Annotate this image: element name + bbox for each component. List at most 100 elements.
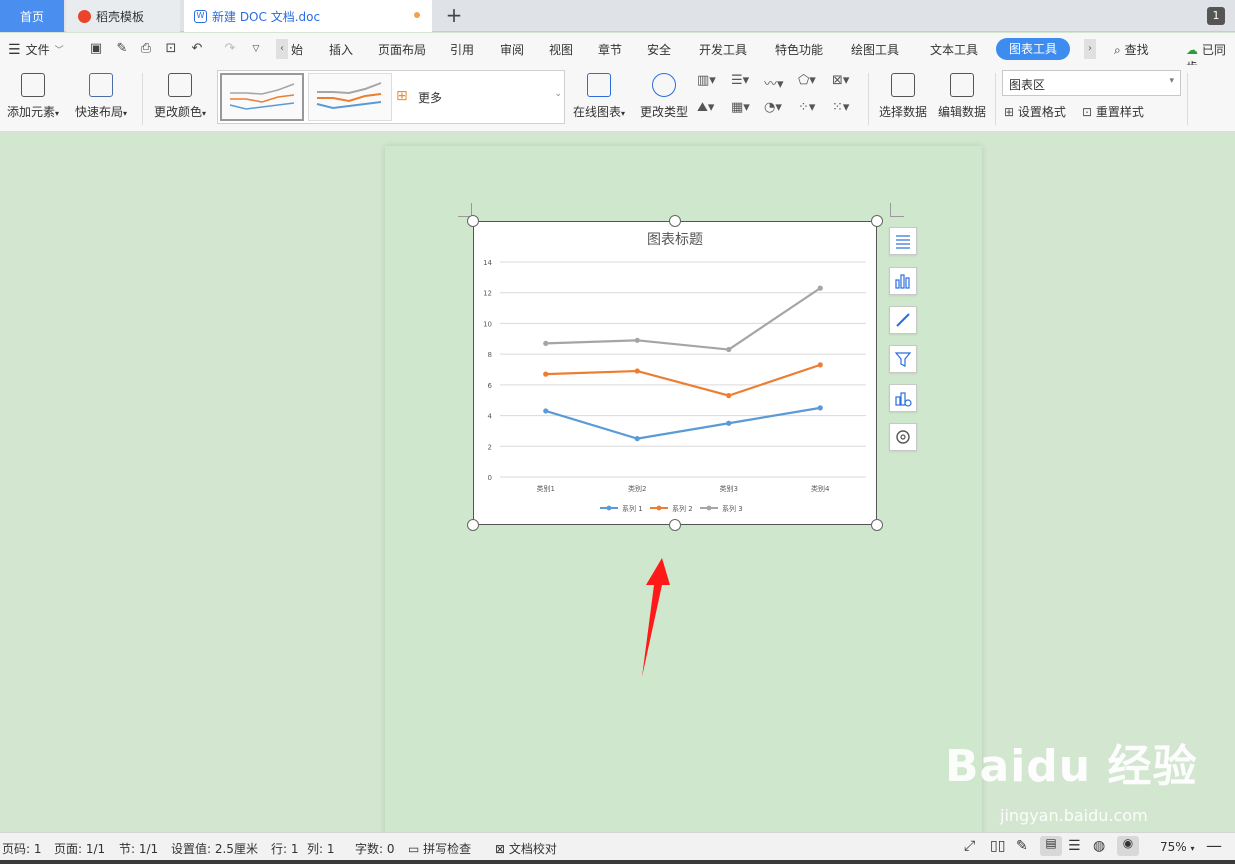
resize-handle-top-right[interactable] (871, 215, 883, 227)
data-point[interactable] (634, 337, 640, 343)
chart-style-thumbnail-2[interactable] (308, 73, 392, 121)
fullscreen-icon[interactable]: ⤢ (964, 838, 975, 854)
chart-object[interactable]: 图表标题 0 2 4 6 8 10 12 14 类别1 类别2 类别3 类别4 系列 1 系列 2 系列 … (473, 221, 877, 525)
column-chart-icon[interactable]: ▥▾ (697, 73, 719, 91)
chart-elements-button[interactable] (889, 227, 917, 255)
chart-series[interactable] (543, 285, 823, 442)
area-chart-icon[interactable]: ⛰▾ (697, 100, 719, 118)
menu-developer[interactable]: 开发工具 (699, 41, 747, 58)
menu-chart-tools[interactable]: 图表工具 (996, 38, 1070, 60)
quick-layout-button[interactable]: 快速布局▾ (72, 69, 130, 120)
data-point[interactable] (817, 362, 823, 368)
more-styles-button[interactable]: 更多 (418, 89, 442, 106)
chart-element-dropdown[interactable]: 图表区 ▾ (1002, 70, 1181, 96)
menu-view[interactable]: 视图 (549, 41, 573, 58)
data-point[interactable] (726, 346, 732, 353)
print-icon[interactable]: ⎙ (138, 41, 154, 57)
radar-chart-icon[interactable]: ⬠▾ (798, 73, 820, 91)
read-mode-icon[interactable]: ▯▯ (990, 838, 1005, 854)
menu-references[interactable]: 引用 (450, 41, 474, 58)
line-chart-icon[interactable]: 〰▾ (764, 73, 786, 92)
menu-text-tools[interactable]: 文本工具 (930, 41, 978, 58)
add-element-button[interactable]: 添加元素▾ (4, 69, 62, 120)
chart-filter-button[interactable] (889, 345, 917, 373)
data-point[interactable] (817, 285, 823, 291)
tab-document[interactable]: W 新建 DOC 文档.doc (184, 0, 432, 32)
menu-scroll-left-icon[interactable]: ‹ (276, 39, 288, 59)
chart-settings-button[interactable] (889, 423, 917, 451)
menu-special-features[interactable]: 特色功能 (775, 41, 823, 58)
tab-home[interactable]: 首页 (0, 0, 64, 32)
series-line[interactable] (545, 363, 821, 397)
set-format-button[interactable]: ⊞ 设置格式 (1004, 103, 1066, 120)
series-line[interactable] (545, 287, 821, 351)
data-point[interactable] (817, 405, 823, 411)
undo-icon[interactable]: ↶ (189, 41, 205, 57)
chart-legend[interactable]: 系列 1 系列 2 系列 3 (600, 504, 743, 513)
print-preview-icon[interactable]: ⊡ (163, 41, 179, 57)
status-row[interactable]: 行: 1 (271, 840, 299, 857)
chart-data-button[interactable] (889, 267, 917, 295)
new-tab-button[interactable]: + (442, 4, 466, 28)
status-column[interactable]: 列: 1 (307, 840, 335, 857)
data-point[interactable] (726, 420, 732, 426)
resize-handle-bottom-left[interactable] (467, 519, 479, 531)
bar-chart-icon[interactable]: ☰▾ (731, 73, 753, 91)
window-count-badge[interactable]: 1 (1207, 7, 1225, 25)
data-point[interactable] (543, 408, 549, 414)
resize-handle-bottom[interactable] (669, 519, 681, 531)
menu-scroll-right-icon[interactable]: › (1084, 39, 1096, 59)
data-point[interactable] (543, 371, 549, 377)
line-chart[interactable]: 图表标题 02468101214类别1 类别2 类别3 类别4 系列 1 系列 2 系列 … (474, 222, 876, 524)
data-point[interactable] (726, 393, 732, 399)
series-line[interactable] (545, 406, 821, 440)
change-color-button[interactable]: 更改颜色▾ (150, 69, 210, 120)
reset-style-button[interactable]: ⊡ 重置样式 (1082, 103, 1144, 120)
gallery-scroll-icon[interactable]: ⌄ (554, 89, 562, 99)
doc-proof-button[interactable]: ⊠ 文档校对 (495, 840, 557, 857)
redo-icon[interactable]: ↷ (222, 41, 238, 57)
resize-handle-top[interactable] (669, 215, 681, 227)
search-button[interactable]: ⌕ 查找 (1114, 41, 1149, 58)
eye-protection-icon[interactable]: ◉ (1117, 836, 1139, 856)
online-chart-side-button[interactable] (889, 384, 917, 412)
select-data-button[interactable]: 选择数据 (876, 69, 930, 120)
bubble-chart-icon[interactable]: ⁙▾ (832, 100, 854, 118)
scatter-chart-icon[interactable]: ⁘▾ (798, 100, 820, 118)
menu-page-layout[interactable]: 页面布局 (378, 41, 426, 58)
zoom-out-icon[interactable]: — (1206, 836, 1222, 855)
tab-daoke-template[interactable]: 稻壳模板 (66, 0, 180, 32)
menu-security[interactable]: 安全 (647, 41, 671, 58)
status-word-count[interactable]: 字数: 0 (355, 840, 395, 857)
menu-start[interactable]: 始 (291, 41, 303, 58)
save-icon[interactable]: ▣ (88, 41, 104, 57)
pie-chart-icon[interactable]: ◔▾ (764, 100, 786, 118)
data-point[interactable] (543, 340, 549, 346)
customize-toolbar-icon[interactable]: ▽ (248, 41, 264, 57)
data-point[interactable] (634, 368, 640, 374)
online-chart-button[interactable]: 在线图表▾ (568, 69, 630, 120)
page-view-icon[interactable]: ▤ (1040, 836, 1062, 856)
chart-style-button[interactable] (889, 306, 917, 334)
spell-check-button[interactable]: ▭ 拼写检查 (408, 840, 471, 857)
status-pages[interactable]: 页面: 1/1 (54, 840, 105, 857)
status-setting-value[interactable]: 设置值: 2.5厘米 (171, 840, 258, 857)
resize-handle-bottom-right[interactable] (871, 519, 883, 531)
edit-mode-icon[interactable]: ✎ (1016, 838, 1028, 854)
menu-chapter[interactable]: 章节 (598, 41, 622, 58)
chart-title[interactable]: 图表标题 (647, 232, 703, 248)
menu-drawing-tools[interactable]: 绘图工具 (851, 41, 899, 58)
status-page-number[interactable]: 页码: 1 (2, 840, 42, 857)
file-menu[interactable]: ☰ 文件 ﹀ (8, 41, 64, 58)
format-painter-icon[interactable]: ✎ (114, 41, 130, 57)
stacked-column-icon[interactable]: ▦▾ (731, 100, 753, 118)
zoom-level-dropdown[interactable]: 75% ▾ (1160, 840, 1195, 854)
edit-data-button[interactable]: 编辑数据 (935, 69, 989, 120)
menu-insert[interactable]: 插入 (329, 41, 353, 58)
stock-chart-icon[interactable]: ⊠▾ (832, 73, 854, 91)
outline-view-icon[interactable]: ☰ (1068, 838, 1081, 854)
status-section[interactable]: 节: 1/1 (119, 840, 158, 857)
menu-review[interactable]: 审阅 (500, 41, 524, 58)
web-view-icon[interactable]: ◍ (1093, 838, 1105, 854)
data-point[interactable] (634, 436, 640, 442)
